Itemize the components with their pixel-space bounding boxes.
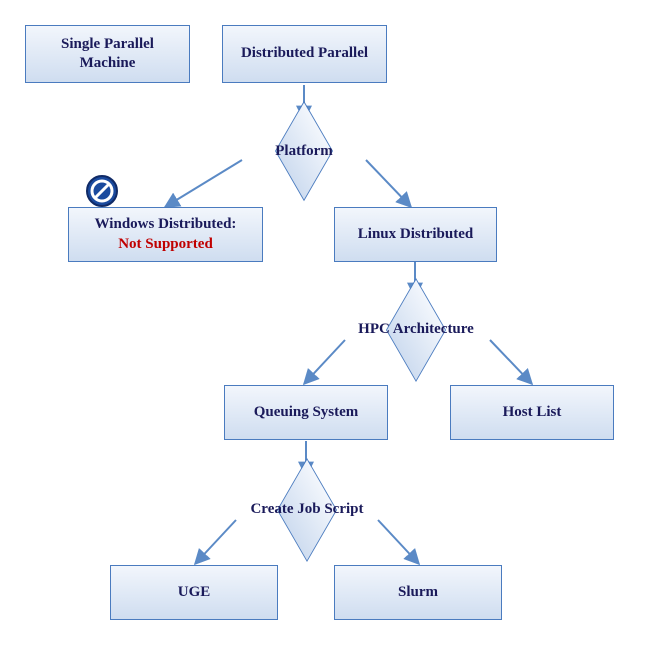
connector-layer — [0, 0, 646, 653]
node-uge: UGE — [110, 565, 278, 620]
node-windows-distributed: Windows Distributed: Not Supported — [68, 207, 263, 262]
node-label: Distributed Parallel — [241, 44, 368, 64]
diamond-label: Create Job Script — [250, 501, 363, 518]
diamond-label: HPC Architecture — [358, 321, 474, 338]
node-label: Slurm — [398, 583, 438, 603]
node-label: Single Parallel Machine — [32, 35, 183, 74]
node-distributed-parallel: Distributed Parallel — [222, 25, 387, 83]
decision-create-job-script: Create Job Script — [221, 472, 393, 546]
node-slurm: Slurm — [334, 565, 502, 620]
node-linux-distributed: Linux Distributed — [334, 207, 497, 262]
node-label: Linux Distributed — [358, 225, 473, 245]
node-label-not-supported: Not Supported — [118, 235, 213, 255]
decision-platform: Platform — [259, 116, 349, 186]
node-single-parallel-machine: Single Parallel Machine — [25, 25, 190, 83]
node-host-list: Host List — [450, 385, 614, 440]
prohibit-icon — [85, 174, 119, 208]
node-label: Host List — [503, 403, 562, 423]
node-label: Queuing System — [254, 403, 359, 423]
node-queuing-system: Queuing System — [224, 385, 388, 440]
decision-hpc-architecture: HPC Architecture — [330, 292, 502, 366]
node-label-line1: Windows Distributed: — [95, 215, 237, 235]
diamond-label: Platform — [275, 143, 332, 160]
node-label: UGE — [178, 583, 211, 603]
